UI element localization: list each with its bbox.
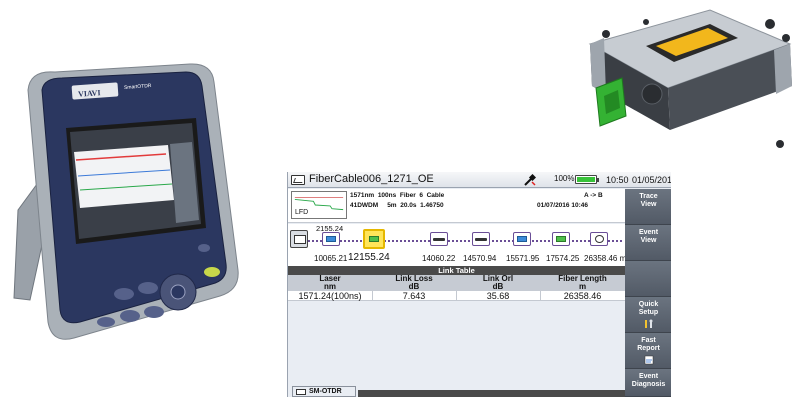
- column-divider: [540, 291, 541, 301]
- fast-report-button[interactable]: Fast Report: [625, 333, 671, 369]
- event-connector-selected[interactable]: [363, 229, 385, 249]
- column-header: Laser nm: [288, 275, 372, 291]
- event-distance: 12155.24: [348, 252, 390, 263]
- quick-setup-button[interactable]: Quick Setup: [625, 297, 671, 333]
- event-connector-2[interactable]: [513, 232, 531, 246]
- acquisition-params-line2: 41DWDM 5m 20.0s 1.46750: [350, 202, 444, 209]
- event-connector-3[interactable]: [552, 232, 570, 246]
- otdr-tab-icon: [296, 389, 306, 395]
- fast-report-label: Fast Report: [637, 337, 660, 352]
- column-divider: [372, 291, 373, 301]
- otdr-origin-icon: [290, 230, 308, 248]
- column-unit: m: [578, 282, 587, 291]
- empty-softkey[interactable]: [625, 261, 671, 297]
- column-header: Link Orl dB: [456, 275, 540, 291]
- tab-label: SM-OTDR: [309, 388, 342, 395]
- file-icon: [291, 175, 305, 185]
- handheld-otdr-device: [13, 63, 239, 340]
- test-date: 01/07/2016 10:46: [537, 202, 588, 209]
- column-header: Fiber Length m: [540, 275, 625, 291]
- battery-icon: [575, 175, 599, 184]
- battery-fill: [577, 177, 595, 182]
- battery-percent: 100%: [554, 174, 575, 183]
- event-distance: 17574.25: [546, 254, 580, 263]
- event-distance: 15571.95: [506, 254, 540, 263]
- event-distance: 26358.46 m: [584, 254, 627, 263]
- connector-icon: [369, 236, 379, 242]
- otdr-module-device: [588, 9, 792, 148]
- link-table-header: Laser nm Link Loss dB Link Orl dB Fiber …: [288, 275, 625, 291]
- connector-icon: [326, 236, 336, 242]
- quick-setup-label: Quick Setup: [638, 301, 659, 316]
- event-distance: 10065.21: [314, 254, 348, 263]
- clock: 10:50: [606, 175, 629, 185]
- table-cell: 1571.24(100ns): [298, 291, 362, 301]
- table-cell: 7.643: [402, 291, 426, 301]
- product-composite: VIAVI SmartOTDR FiberCable006_1271_OE 10…: [0, 0, 800, 397]
- report-icon: [644, 355, 653, 365]
- trace-view-button[interactable]: Trace View: [625, 189, 671, 225]
- event-distance: 14570.94: [463, 254, 497, 263]
- table-cell: 35.68: [486, 291, 510, 301]
- connector-icon: [517, 236, 527, 242]
- softkey-sidebar: Trace View Event View Quick Setup Fast R…: [625, 189, 671, 397]
- event-splice-1[interactable]: [430, 232, 448, 246]
- date: 01/05/2017: [632, 175, 671, 185]
- column-divider: [456, 291, 457, 301]
- event-fiber-end[interactable]: [590, 232, 608, 246]
- table-cell: 26358.46: [563, 291, 602, 301]
- fiber-end-icon: [595, 235, 604, 243]
- file-name: FiberCable006_1271_OE: [309, 173, 434, 185]
- event-view-button[interactable]: Event View: [625, 225, 671, 261]
- trace-thumbnail[interactable]: LFD: [291, 191, 347, 219]
- column-header: Link Loss dB: [372, 275, 456, 291]
- event-splice-2[interactable]: [472, 232, 490, 246]
- splice-icon: [433, 238, 445, 241]
- direction-label: A -> B: [584, 192, 603, 199]
- trace-header: LFD 1571nm 100ns Fiber 6 Cable 41DWDM 5m…: [288, 189, 625, 223]
- event-distance: 14060.22: [422, 254, 456, 263]
- event-connector-1[interactable]: [322, 232, 340, 246]
- splice-icon: [475, 238, 487, 241]
- title-bar: FiberCable006_1271_OE 100% 10:50 01/05/2…: [288, 172, 671, 188]
- fiber-line: [308, 240, 622, 242]
- acquisition-params-line1: 1571nm 100ns Fiber 6 Cable: [350, 192, 445, 199]
- bottom-bar: [358, 390, 625, 397]
- otdr-screen: FiberCable006_1271_OE 100% 10:50 01/05/2…: [287, 172, 671, 397]
- column-unit: dB: [492, 282, 504, 291]
- device-brand-label: VIAVI: [77, 88, 101, 99]
- tab-sm-otdr[interactable]: SM-OTDR: [292, 386, 356, 397]
- column-unit: dB: [408, 282, 420, 291]
- event-diagnosis-button[interactable]: Event Diagnosis: [625, 369, 671, 397]
- power-plug-icon: [524, 174, 536, 186]
- column-unit: nm: [324, 282, 336, 291]
- tools-icon: [644, 319, 652, 328]
- connector-icon: [556, 236, 566, 242]
- link-view: 2155.24 10065.21 12155.24 14060.22 14570…: [288, 224, 627, 266]
- thumbnail-label: LFD: [295, 209, 309, 216]
